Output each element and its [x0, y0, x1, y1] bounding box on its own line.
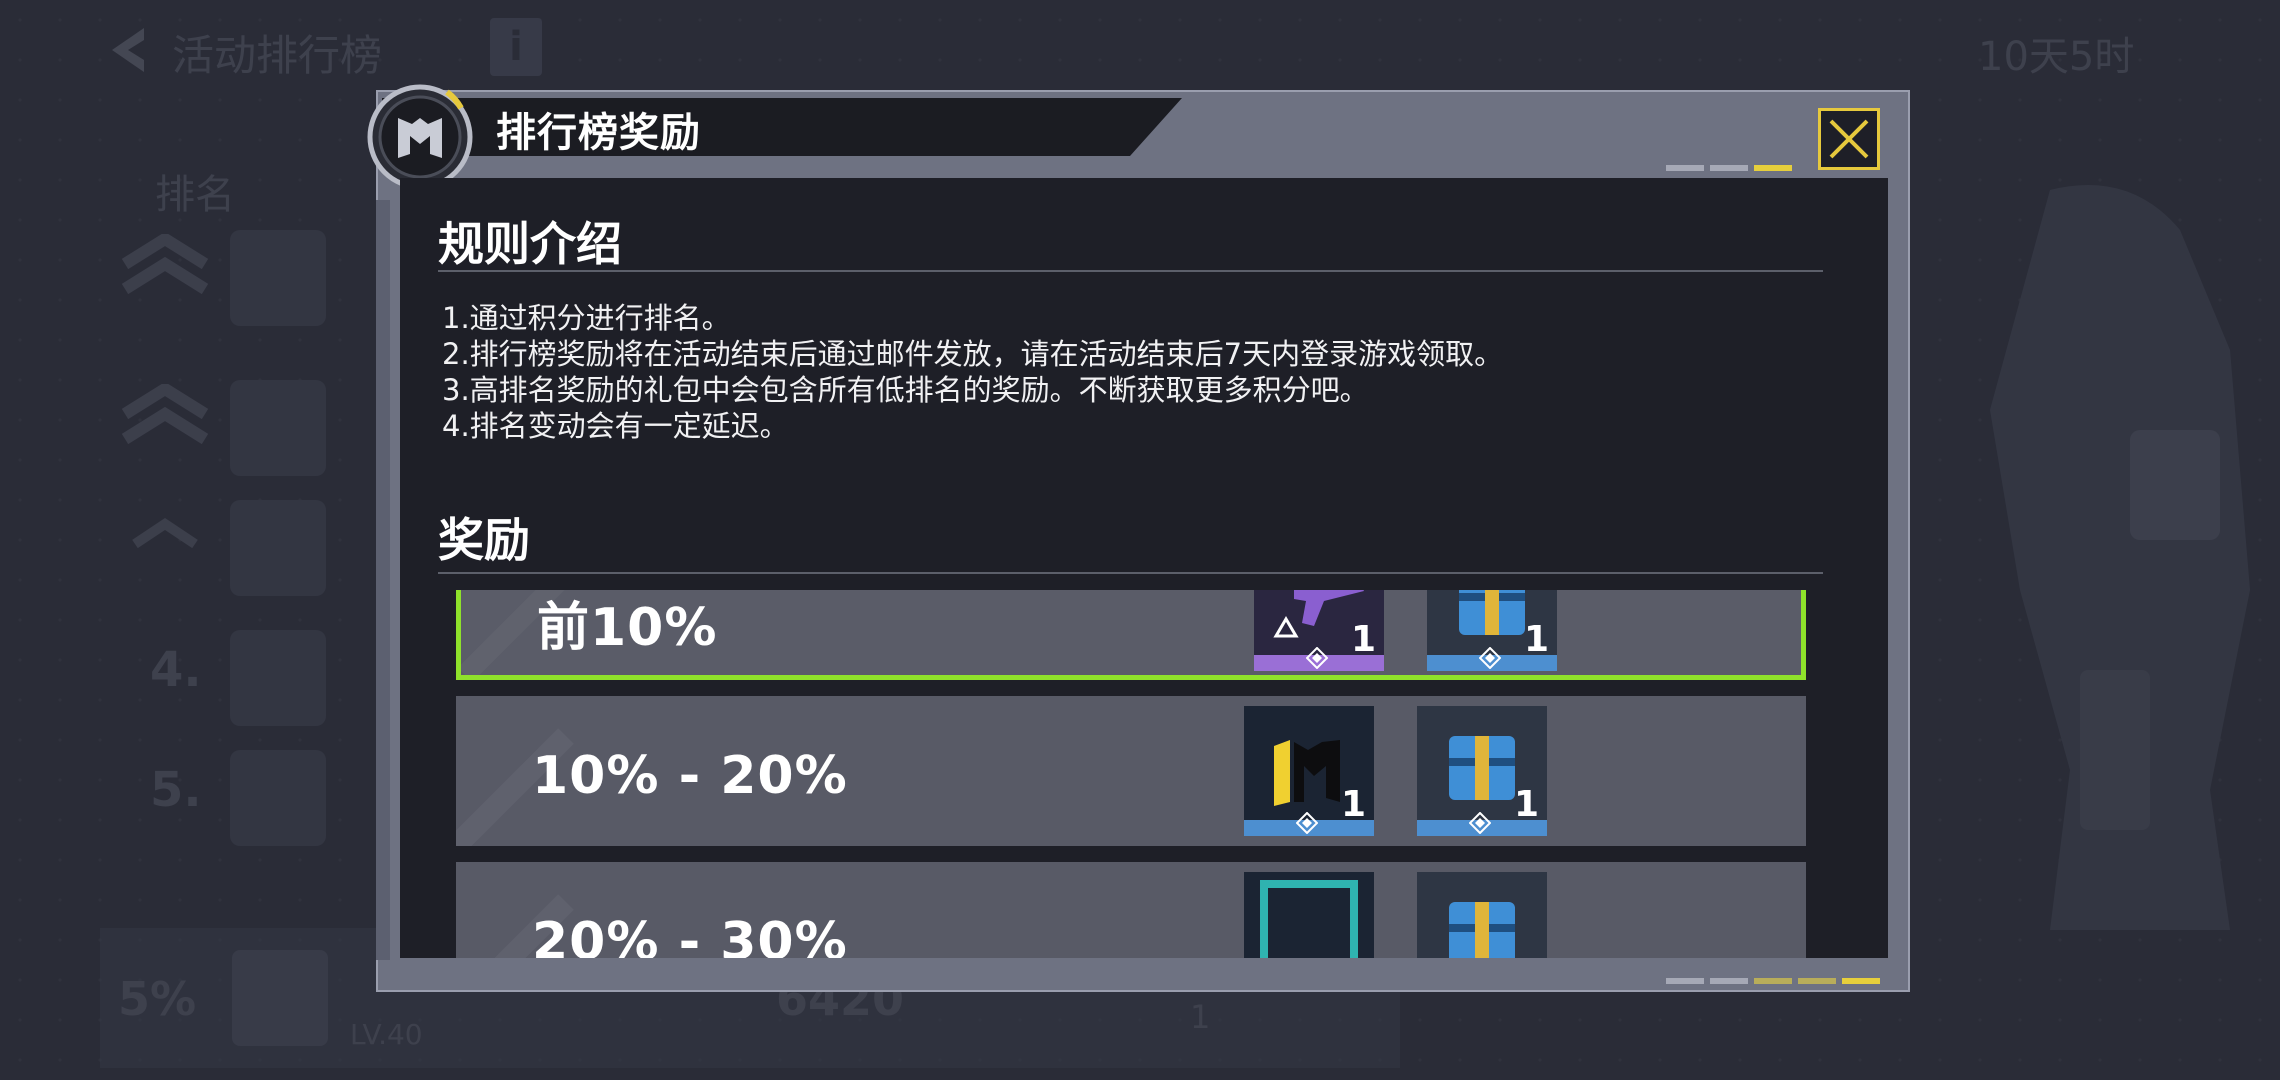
reward-item[interactable]: 1 — [1417, 706, 1547, 836]
header-indicator-dots — [1666, 165, 1792, 171]
rule-item: 4.排名变动会有一定延迟。 — [442, 409, 789, 443]
reward-tier-list[interactable]: 前10% 1 1 10% - 20% 1 1 20% - 30% — [400, 590, 1888, 958]
tier-range: 20% - 30% — [532, 912, 848, 958]
rarity-diamond-icon — [1306, 647, 1328, 669]
reward-tier-row[interactable]: 20% - 30% — [456, 862, 1806, 958]
item-quantity: 1 — [1513, 784, 1539, 825]
rarity-diamond-icon — [1479, 647, 1501, 669]
rarity-diamond-icon — [1469, 812, 1491, 834]
reward-item[interactable]: 1 — [1254, 590, 1384, 671]
frame-icon — [1244, 872, 1374, 958]
section-divider — [438, 270, 1823, 272]
item-quantity: 1 — [1523, 619, 1549, 660]
rarity-diamond-icon — [1296, 812, 1318, 834]
reward-tier-row[interactable]: 前10% 1 1 — [456, 590, 1806, 680]
dialog-content[interactable]: 规则介绍 1.通过积分进行排名。 2.排行榜奖励将在活动结束后通过邮件发放，请在… — [400, 178, 1888, 958]
reward-item[interactable] — [1244, 872, 1374, 958]
tier-range: 10% - 20% — [532, 746, 848, 806]
close-button[interactable] — [1818, 108, 1880, 170]
codm-badge-icon — [367, 84, 473, 190]
rule-item: 2.排行榜奖励将在活动结束后通过邮件发放，请在活动结束后7天内登录游戏领取。 — [442, 337, 1504, 371]
footer-indicator-dots — [1666, 978, 1880, 984]
item-quantity: 1 — [1340, 784, 1366, 825]
dialog-side-rail — [376, 200, 390, 960]
item-quantity: 1 — [1350, 619, 1376, 660]
reward-tier-row[interactable]: 10% - 20% 1 1 — [456, 696, 1806, 846]
rewards-heading: 奖励 — [438, 513, 530, 567]
rules-heading: 规则介绍 — [438, 217, 622, 271]
dialog-title: 排行榜奖励 — [496, 110, 701, 156]
reward-item[interactable]: 1 — [1244, 706, 1374, 836]
rule-item: 3.高排名奖励的礼包中会包含所有低排名的奖励。不断获取更多积分吧。 — [442, 373, 1369, 407]
section-divider — [438, 572, 1823, 574]
close-icon — [1829, 119, 1869, 159]
reward-item[interactable] — [1417, 872, 1547, 958]
reward-item[interactable]: 1 — [1427, 590, 1557, 671]
tier-range: 前10% — [537, 598, 718, 658]
rules-list: 1.通过积分进行排名。 2.排行榜奖励将在活动结束后通过邮件发放，请在活动结束后… — [442, 300, 1822, 444]
rule-item: 1.通过积分进行排名。 — [442, 301, 731, 335]
supply-crate-icon — [1417, 872, 1547, 958]
